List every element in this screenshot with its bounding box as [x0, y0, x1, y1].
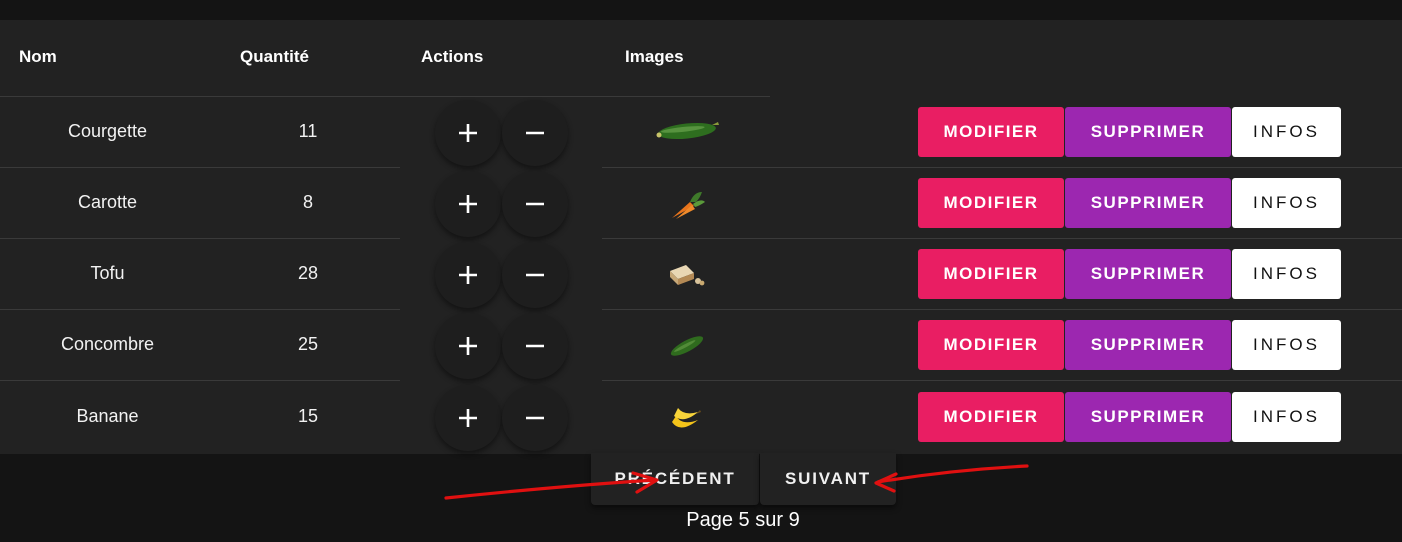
info-button[interactable]: INFOS — [1232, 392, 1341, 442]
previous-page-button[interactable]: PRÉCÉDENT — [591, 453, 759, 505]
item-name: Tofu — [90, 263, 125, 283]
zucchini-icon — [650, 107, 722, 153]
item-quantity: 15 — [297, 406, 319, 426]
table-row: Carotte 8 MODIFIER SUPPRIMER INFOS — [0, 168, 1402, 239]
edit-button[interactable]: MODIFIER — [918, 249, 1064, 299]
edit-button[interactable]: MODIFIER — [918, 320, 1064, 370]
header-images: Images — [625, 47, 684, 66]
plus-icon — [459, 337, 477, 355]
item-quantity: 25 — [297, 334, 319, 354]
minus-icon — [526, 416, 544, 420]
info-button[interactable]: INFOS — [1232, 320, 1341, 370]
info-button[interactable]: INFOS — [1232, 249, 1341, 299]
next-page-button[interactable]: SUIVANT — [760, 453, 896, 505]
page-indicator: Page 5 sur 9 — [686, 509, 800, 531]
delete-button[interactable]: SUPPRIMER — [1065, 392, 1231, 442]
table-row: Concombre 25 MODIFIER SUPPRIMER INFOS — [0, 310, 1402, 381]
minus-icon — [526, 131, 544, 135]
plus-icon — [459, 409, 477, 427]
decrement-button[interactable] — [502, 242, 568, 308]
increment-button[interactable] — [435, 385, 501, 451]
cucumber-icon — [650, 320, 722, 366]
decrement-button[interactable] — [502, 385, 568, 451]
delete-button[interactable]: SUPPRIMER — [1065, 249, 1231, 299]
item-name: Concombre — [60, 334, 155, 354]
header-quantity: Quantité — [240, 47, 309, 66]
decrement-button[interactable] — [502, 171, 568, 237]
table-row: Courgette 11 MODIFIER SUPPRIMER INFOS — [0, 97, 1402, 168]
increment-button[interactable] — [435, 313, 501, 379]
item-quantity: 28 — [297, 263, 319, 283]
delete-button[interactable]: SUPPRIMER — [1065, 107, 1231, 157]
plus-icon — [459, 124, 477, 142]
banana-icon — [650, 392, 722, 438]
item-name: Banane — [76, 406, 139, 426]
item-name: Carotte — [77, 192, 138, 212]
increment-button[interactable] — [435, 171, 501, 237]
header-name: Nom — [19, 47, 57, 66]
decrement-button[interactable] — [502, 100, 568, 166]
info-button[interactable]: INFOS — [1232, 178, 1341, 228]
minus-icon — [526, 202, 544, 206]
item-name: Courgette — [67, 121, 148, 141]
plus-icon — [459, 266, 477, 284]
item-quantity: 8 — [302, 192, 313, 212]
edit-button[interactable]: MODIFIER — [918, 392, 1064, 442]
decrement-button[interactable] — [502, 313, 568, 379]
increment-button[interactable] — [435, 100, 501, 166]
minus-icon — [526, 273, 544, 277]
edit-button[interactable]: MODIFIER — [918, 107, 1064, 157]
info-button[interactable]: INFOS — [1232, 107, 1341, 157]
edit-button[interactable]: MODIFIER — [918, 178, 1064, 228]
delete-button[interactable]: SUPPRIMER — [1065, 320, 1231, 370]
table-row: Banane 15 MODIFIER SUPPRIMER INFOS — [0, 382, 1402, 453]
plus-icon — [459, 195, 477, 213]
increment-button[interactable] — [435, 242, 501, 308]
minus-icon — [526, 344, 544, 348]
delete-button[interactable]: SUPPRIMER — [1065, 178, 1231, 228]
carrot-icon — [650, 178, 722, 224]
item-quantity: 11 — [298, 121, 318, 141]
header-actions: Actions — [421, 47, 484, 66]
tofu-icon — [650, 249, 722, 295]
table-row: Tofu 28 MODIFIER SUPPRIMER INFOS — [0, 239, 1402, 310]
